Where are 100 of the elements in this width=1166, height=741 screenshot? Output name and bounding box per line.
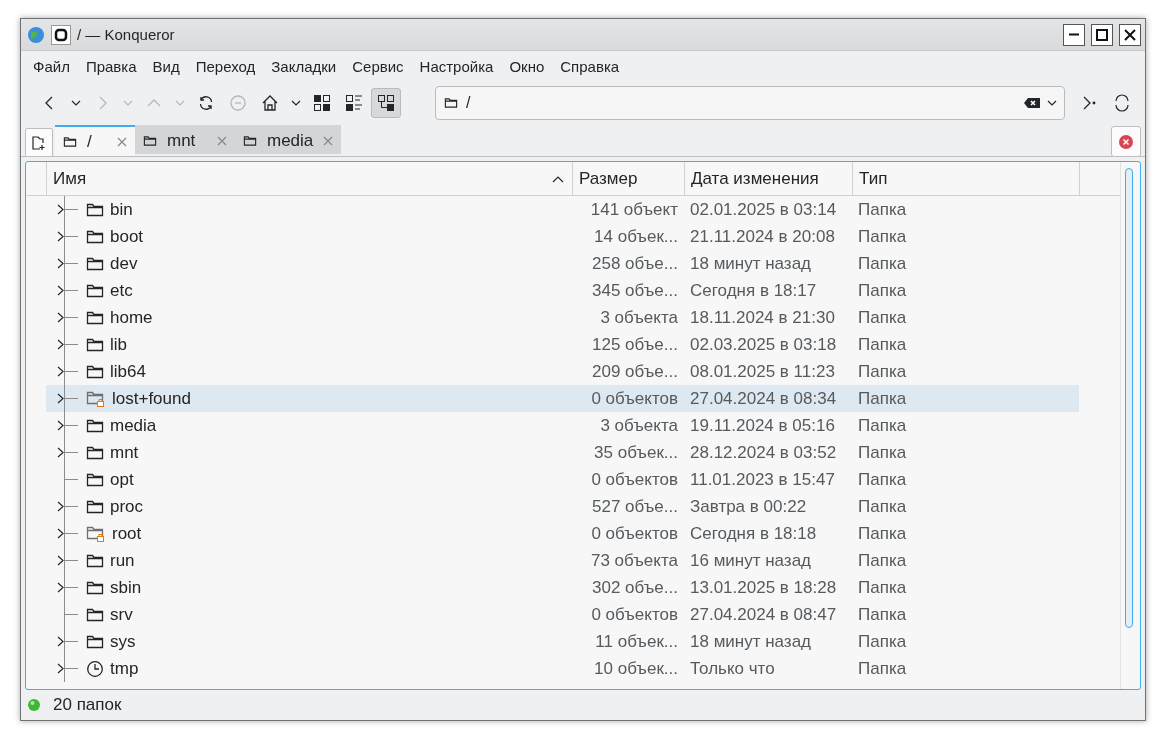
name-cell[interactable]: sys bbox=[46, 628, 572, 655]
close-tab-button[interactable] bbox=[1111, 126, 1141, 157]
stop-icon bbox=[229, 94, 247, 112]
date-cell-text: Только что bbox=[689, 658, 776, 680]
type-cell-text: Папка bbox=[857, 631, 908, 653]
type-cell-text: Папка bbox=[857, 577, 908, 599]
type-cell: Папка bbox=[852, 385, 1079, 412]
size-cell-text: 209 объе... bbox=[591, 361, 679, 383]
size-cell-text: 0 объектов bbox=[590, 523, 679, 545]
reload-icon bbox=[197, 94, 215, 112]
size-cell-text: 3 объекта bbox=[599, 307, 679, 329]
size-cell-text: 125 объе... bbox=[591, 334, 679, 356]
folder-icon bbox=[63, 135, 77, 148]
folder-icon bbox=[86, 282, 104, 299]
menu-item[interactable]: Правка bbox=[79, 57, 147, 75]
folder-icon bbox=[86, 471, 104, 488]
date-cell-text: 18 минут назад bbox=[689, 631, 813, 653]
date-cell-text: 02.03.2025 в 03:18 bbox=[689, 334, 838, 356]
size-cell-text: 11 объек... bbox=[594, 631, 679, 653]
column-header[interactable]: Имя bbox=[46, 162, 572, 195]
name-cell[interactable]: root bbox=[46, 520, 572, 547]
type-cell-text: Папка bbox=[857, 199, 908, 221]
folder-icon bbox=[86, 579, 104, 596]
date-cell: 27.04.2024 в 08:34 bbox=[684, 385, 852, 412]
size-cell-text: 302 объе... bbox=[591, 577, 679, 599]
type-cell-text: Папка bbox=[857, 307, 908, 329]
name-cell[interactable]: srv bbox=[46, 601, 572, 628]
date-cell-text: Сегодня в 18:17 bbox=[689, 280, 818, 302]
name-cell[interactable]: boot bbox=[46, 223, 572, 250]
type-cell-text: Папка bbox=[857, 469, 908, 491]
name-cell[interactable]: opt bbox=[46, 466, 572, 493]
minimize-button[interactable] bbox=[1063, 23, 1085, 46]
scrollbar-thumb[interactable] bbox=[1125, 168, 1133, 628]
close-icon bbox=[1124, 28, 1136, 41]
locked-folder-icon bbox=[86, 389, 106, 408]
clear-icon[interactable] bbox=[1024, 97, 1040, 109]
globe-icon bbox=[27, 25, 45, 44]
date-cell-text: 18.11.2024 в 21:30 bbox=[689, 307, 836, 329]
name-cell[interactable]: tmp bbox=[46, 655, 572, 682]
folder-icon bbox=[86, 363, 104, 380]
close-tab-icon[interactable] bbox=[117, 136, 127, 147]
name-cell[interactable]: run bbox=[46, 547, 572, 574]
close-icon bbox=[1118, 133, 1134, 150]
size-cell-text: 527 объе... bbox=[591, 496, 679, 518]
size-cell-text: 0 объектов bbox=[590, 604, 679, 626]
location-field[interactable]: / bbox=[464, 93, 1018, 113]
circle-arrows-icon bbox=[1113, 94, 1131, 112]
tab[interactable]: mnt bbox=[135, 125, 235, 154]
folder-icon bbox=[86, 606, 104, 623]
folder-icon bbox=[86, 255, 104, 272]
date-cell-text: 08.01.2025 в 11:23 bbox=[689, 361, 836, 383]
menu-item[interactable]: Переход bbox=[189, 57, 266, 75]
column-header[interactable]: Размер bbox=[572, 162, 684, 195]
menu-item[interactable]: Окно bbox=[503, 57, 555, 75]
date-cell-text: Сегодня в 18:18 bbox=[689, 523, 818, 545]
name-cell[interactable]: home bbox=[46, 304, 572, 331]
folder-icon bbox=[86, 552, 104, 569]
size-cell-text: 345 объе... bbox=[591, 280, 679, 302]
type-cell-text: Папка bbox=[857, 415, 908, 437]
window-title: / — Konqueror bbox=[77, 26, 176, 43]
tab[interactable]: media bbox=[235, 125, 342, 154]
name-cell[interactable]: mnt bbox=[46, 439, 572, 466]
sort-ascending-icon bbox=[552, 174, 564, 183]
name-cell[interactable]: etc bbox=[46, 277, 572, 304]
name-cell[interactable]: media bbox=[46, 412, 572, 439]
status-text: 20 папок bbox=[53, 695, 122, 715]
maximize-button[interactable] bbox=[1091, 23, 1113, 46]
menu-item[interactable]: Вид bbox=[146, 57, 190, 75]
type-cell-text: Папка bbox=[857, 604, 908, 626]
tree-button[interactable] bbox=[371, 88, 401, 118]
column-header[interactable]: Тип bbox=[852, 162, 1079, 195]
app-menu-button[interactable] bbox=[51, 24, 71, 45]
name-cell[interactable]: dev bbox=[46, 250, 572, 277]
menu-item[interactable]: Настройка bbox=[413, 57, 504, 75]
folder-icon bbox=[243, 134, 257, 147]
date-cell-text: 21.11.2024 в 20:08 bbox=[689, 226, 836, 248]
new-tab-button[interactable] bbox=[25, 128, 53, 157]
name-cell[interactable]: sbin bbox=[46, 574, 572, 601]
column-header[interactable]: Дата изменения bbox=[684, 162, 852, 195]
name-cell[interactable]: bin bbox=[46, 196, 572, 223]
menu-item[interactable]: Сервис bbox=[346, 57, 414, 75]
size-cell-text: 141 объект bbox=[589, 199, 679, 221]
type-cell-text: Папка bbox=[857, 226, 908, 248]
folder-icon bbox=[86, 201, 104, 218]
date-cell-text: 13.01.2025 в 18:28 bbox=[689, 577, 838, 599]
folder-icon bbox=[86, 633, 104, 650]
menu-item[interactable]: Файл bbox=[27, 57, 80, 75]
menu-item[interactable]: Закладки bbox=[265, 57, 347, 75]
close-button[interactable] bbox=[1119, 23, 1141, 46]
name-cell[interactable]: lost+found bbox=[46, 385, 572, 412]
menu-item[interactable]: Справка bbox=[554, 57, 630, 75]
location-bar[interactable]: / bbox=[435, 86, 1065, 120]
name-cell[interactable]: lib64 bbox=[46, 358, 572, 385]
name-cell[interactable]: lib bbox=[46, 331, 572, 358]
size-cell-text: 10 объек... bbox=[593, 658, 679, 680]
tab[interactable]: / bbox=[55, 125, 135, 156]
date-cell-text: Завтра в 00:22 bbox=[689, 496, 808, 518]
folder-icon bbox=[86, 498, 104, 515]
minimize-icon bbox=[1068, 33, 1080, 36]
name-cell[interactable]: proc bbox=[46, 493, 572, 520]
